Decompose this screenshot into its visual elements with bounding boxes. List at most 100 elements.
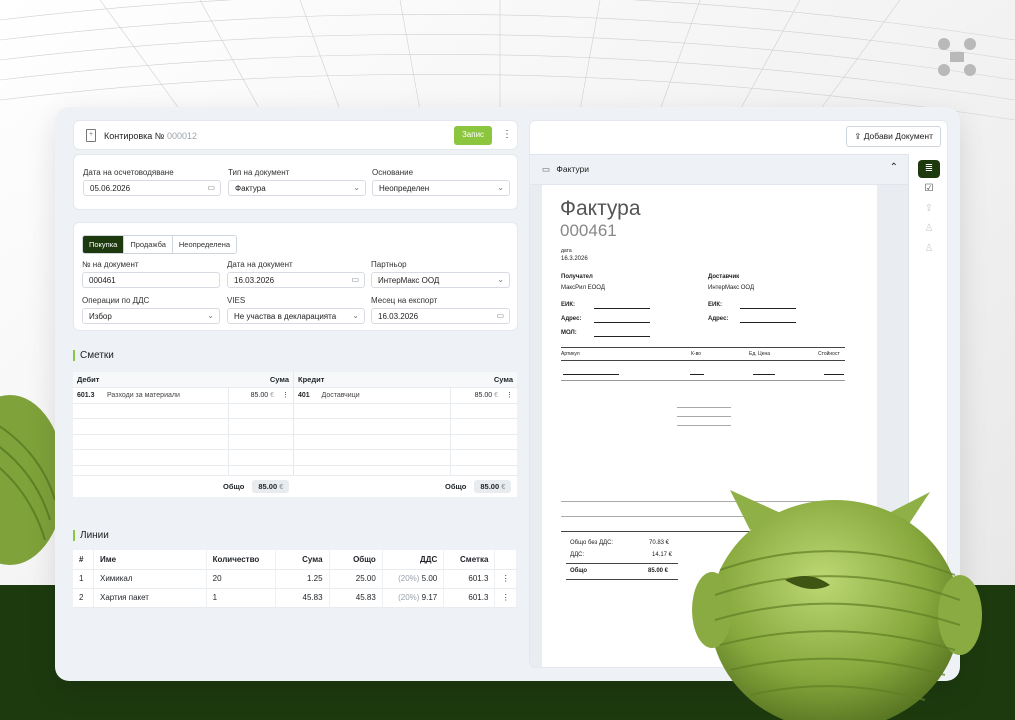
vies-value: Не участва в декларацията (234, 312, 337, 321)
credit-code: 401 (293, 387, 318, 404)
doc-date-field[interactable]: 16.03.2026 ▭ (227, 272, 365, 288)
recipient-address-line (594, 322, 650, 323)
table-row (293, 418, 517, 435)
posting-number: 000012 (166, 131, 198, 141)
header-card: + Контировка № 000012 Запис ⋮ (73, 120, 518, 150)
notes-line (677, 416, 731, 417)
basis-label: Основание (372, 168, 414, 177)
credit-amount: 85.00 € (449, 387, 502, 404)
line-name: Хартия пакет (93, 588, 207, 608)
supplier-eik-label: ЕИК: (708, 302, 722, 308)
credit-table: Кредит Сума 401 Доставчици 85.00 € ⋮ (293, 372, 517, 481)
line-vat: (20%) 5.00 (382, 569, 445, 589)
user-alt-icon[interactable]: ♙ (918, 240, 940, 258)
folder-bar[interactable]: ▭ Фактури ⌃ (530, 154, 908, 185)
subtotal-label: Общо без ДДС: (570, 540, 614, 546)
user-icon[interactable]: ♙ (918, 220, 940, 238)
partner-select[interactable]: ИнтерМакс ООД ⌄ (371, 272, 510, 288)
credit-name: Доставчици (317, 387, 450, 404)
table-row (73, 403, 293, 419)
export-month-value: 16.03.2026 (378, 312, 419, 321)
doc-no-field[interactable]: 000461 (82, 272, 220, 288)
tab-sale[interactable]: Продажба (124, 236, 173, 253)
vat-ops-value: Избор (89, 312, 112, 321)
table-row[interactable]: 401 Доставчици 85.00 € ⋮ (293, 387, 517, 404)
basis-select[interactable]: Неопределен ⌄ (372, 180, 510, 196)
invoice-title: Фактура (560, 197, 641, 220)
supplier-name: ИнтерМакс ООД (708, 285, 755, 291)
recipient-label: Получател (561, 274, 593, 280)
database-icon[interactable]: ≣ (918, 160, 940, 178)
kebab-icon[interactable]: ⋮ (278, 387, 293, 404)
items-header-rule (561, 360, 845, 361)
col-index: # (73, 550, 94, 570)
lines-table: # Име Количество Сума Общо ДДС Сметка 1 … (73, 550, 517, 608)
chevron-down-icon: ⌄ (497, 183, 504, 192)
kebab-icon[interactable]: ⋮ (502, 387, 517, 404)
qty-placeholder-line (690, 374, 704, 375)
currency-symbol: € (279, 482, 284, 491)
chevron-up-icon[interactable]: ⌃ (890, 162, 898, 173)
vat-amount: 5.00 (421, 574, 438, 583)
chevron-down-icon: ⌄ (497, 275, 504, 284)
doc-type-value: Фактура (235, 184, 266, 193)
save-button[interactable]: Запис (454, 126, 492, 145)
doc-type-select[interactable]: Фактура ⌄ (228, 180, 366, 196)
recipient-mol-line (594, 336, 650, 337)
table-row[interactable]: 2 Хартия пакет 1 45.83 45.83 (20%) 9.17 … (73, 588, 517, 608)
kebab-icon[interactable]: ⋮ (494, 569, 517, 589)
total-label: Общо (445, 482, 467, 491)
subtotal-value: 70.83 € (649, 540, 670, 546)
debit-header-row: Дебит Сума (73, 372, 293, 388)
recipient-mol-label: МОЛ: (561, 330, 577, 336)
recipient-eik-line (594, 308, 650, 309)
basis-value: Неопределен (379, 184, 430, 193)
doc-type-label: Тип на документ (228, 168, 290, 177)
mascot-illustration (692, 490, 982, 720)
vies-select[interactable]: Не участва в декларацията ⌄ (227, 308, 365, 324)
vat-ops-select[interactable]: Избор ⌄ (82, 308, 220, 324)
posting-card: Дата на осчетоводяване 05.06.2026 ▭ Тип … (73, 154, 518, 210)
table-row[interactable]: 601.3 Разходи за материали 85.00 € ⋮ (73, 387, 293, 404)
lines-header-row: # Име Количество Сума Общо ДДС Сметка (73, 550, 517, 570)
credit-amount-value: 85.00 (474, 391, 493, 399)
table-row[interactable]: 1 Химикал 20 1.25 25.00 (20%) 5.00 601.3… (73, 569, 517, 589)
debit-total-value: 85.00 € (252, 480, 290, 493)
kebab-icon[interactable]: ⋮ (494, 588, 517, 608)
doc-no-value: 000461 (89, 276, 116, 285)
credit-total: Общо 85.00 € (445, 480, 512, 493)
partner-value: ИнтерМакс ООД (378, 276, 440, 285)
accounting-date-field[interactable]: 05.06.2026 ▭ (83, 180, 221, 196)
vies-label: VIES (227, 296, 246, 305)
line-account: 601.3 (443, 588, 496, 608)
kebab-icon[interactable]: ⋮ (502, 129, 512, 140)
vat-amount: 9.17 (421, 593, 438, 602)
table-row (73, 449, 293, 466)
currency-symbol: € (270, 391, 274, 399)
col-total: Общо (329, 550, 383, 570)
col-amount: Сума (275, 550, 330, 570)
recipient-address-label: Адрес: (561, 316, 582, 322)
col-qty-label: К-во (691, 351, 701, 357)
currency-symbol: € (501, 482, 506, 491)
vat-rate: (20%) (398, 593, 420, 602)
totals-rule (566, 563, 678, 564)
add-document-button[interactable]: ⇪ Добави Документ (846, 126, 941, 147)
item-placeholder-line (563, 374, 619, 375)
tab-undefined[interactable]: Неопределена (172, 236, 237, 253)
table-row (293, 449, 517, 466)
credit-header: Кредит (293, 372, 450, 388)
credit-amount-header: Сума (450, 372, 517, 388)
export-icon[interactable]: ⇪ (918, 200, 940, 218)
upload-icon: ⇪ (854, 131, 862, 141)
invoice-number: 000461 (560, 221, 617, 240)
export-month-field[interactable]: 16.03.2026 ▭ (371, 308, 510, 324)
accounts-section-title: Сметки (73, 350, 114, 361)
folder-label: Фактури (556, 164, 590, 174)
totals-bottom-rule (566, 579, 678, 580)
price-placeholder-line (753, 374, 775, 375)
vat-ops-label: Операции по ДДС (82, 296, 150, 305)
tab-purchase[interactable]: Покупка (83, 236, 125, 253)
vat-label: ДДС: (570, 552, 585, 558)
checklist-icon[interactable]: ☑ (918, 180, 940, 198)
